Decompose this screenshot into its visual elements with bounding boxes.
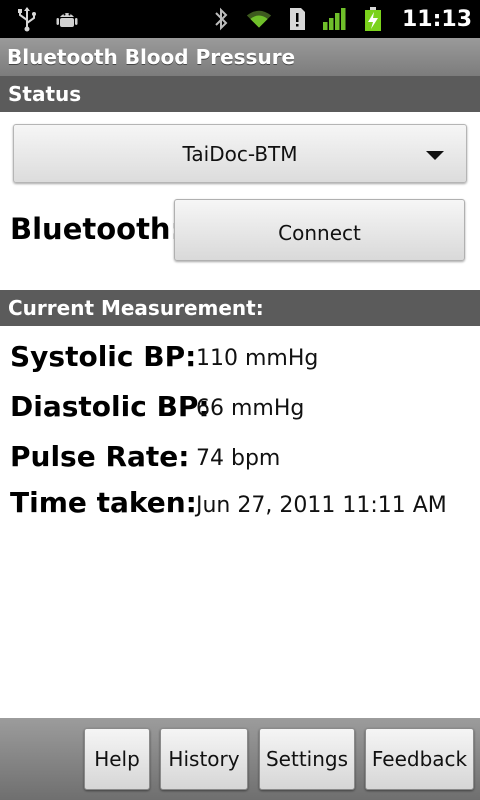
device-spinner-selected: TaiDoc-BTM (182, 142, 298, 166)
bluetooth-label: Bluetooth: (10, 212, 183, 246)
systolic-value: 110 mmHg (196, 346, 319, 371)
feedback-button[interactable]: Feedback (365, 728, 474, 790)
time-taken-label: Time taken: (10, 486, 197, 519)
status-bar: 11:13 (0, 0, 480, 38)
battery-charging-icon (360, 6, 386, 32)
diastolic-label: Diastolic BP: (10, 390, 210, 423)
settings-button[interactable]: Settings (259, 728, 355, 790)
status-time: 11:13 (401, 6, 472, 32)
dropdown-arrow-icon (426, 151, 444, 160)
help-button[interactable]: Help (84, 728, 150, 790)
connect-button[interactable]: Connect (174, 199, 465, 261)
bottom-action-bar: Help History Settings Feedback (0, 718, 480, 800)
pulse-rate-value: 74 bpm (196, 446, 281, 471)
wifi-icon (246, 6, 272, 32)
app-title-bar: Bluetooth Blood Pressure (0, 38, 480, 76)
sd-card-alert-icon (284, 6, 310, 32)
signal-icon (322, 6, 348, 32)
time-taken-value: Jun 27, 2011 11:11 AM (196, 493, 447, 518)
usb-icon (14, 6, 40, 32)
device-spinner[interactable]: TaiDoc-BTM (13, 124, 467, 183)
android-debug-icon (54, 6, 80, 32)
status-section-header: Status (0, 76, 480, 112)
bluetooth-icon (208, 6, 234, 32)
status-bar-left (14, 0, 80, 38)
measurement-section-header: Current Measurement: (0, 290, 480, 326)
pulse-rate-label: Pulse Rate: (10, 440, 190, 473)
systolic-label: Systolic BP: (10, 340, 197, 373)
history-button[interactable]: History (160, 728, 248, 790)
diastolic-value: 66 mmHg (196, 396, 305, 421)
status-bar-right: 11:13 (208, 0, 472, 38)
